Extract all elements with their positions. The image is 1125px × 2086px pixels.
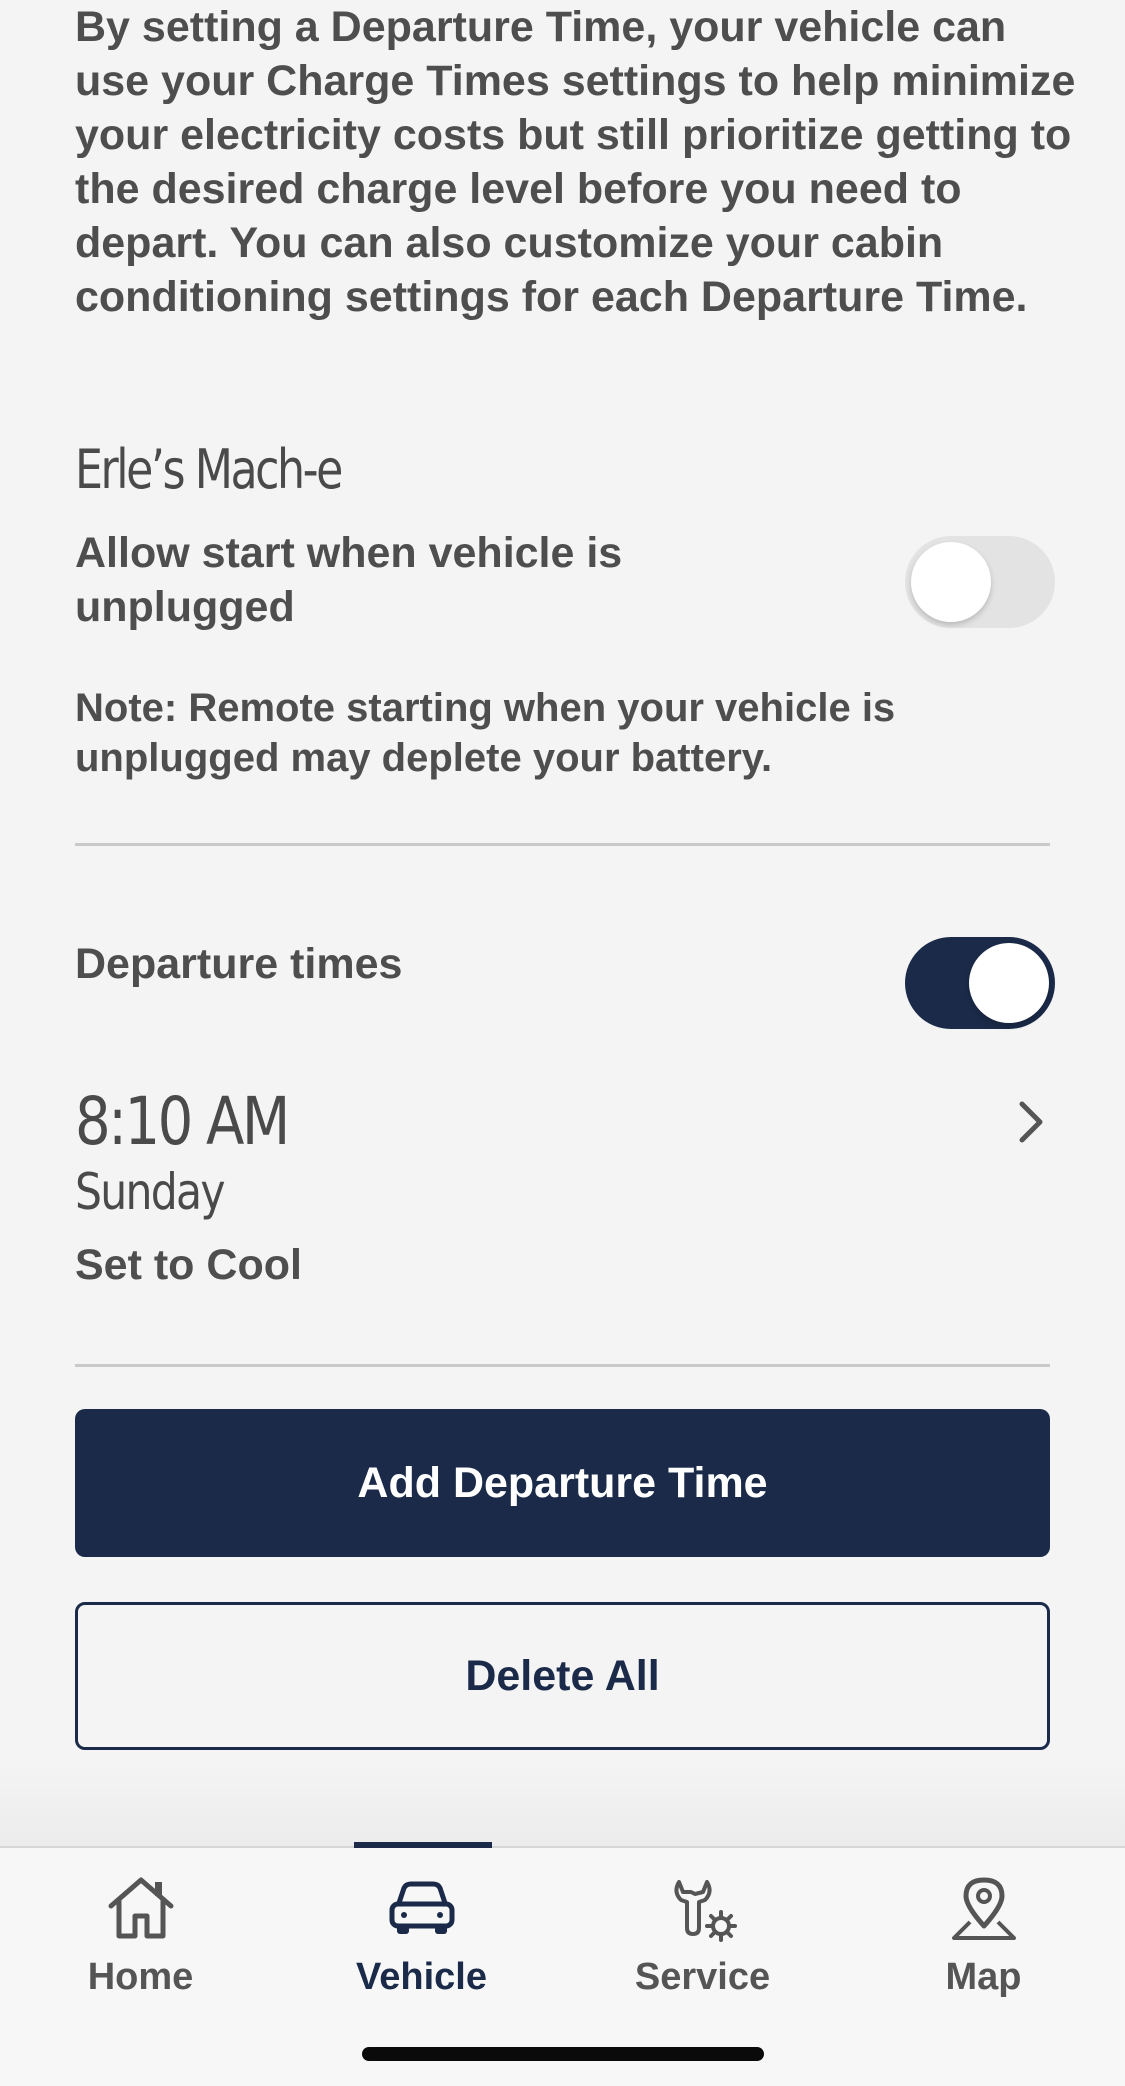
delete-all-button[interactable]: Delete All — [75, 1602, 1050, 1750]
departure-times-screen: By setting a Departure Time, your vehicl… — [0, 0, 1125, 2086]
tab-map[interactable]: Map — [843, 1848, 1124, 2018]
departure-time-value: 8:10 AM — [75, 1083, 290, 1160]
map-pin-icon — [951, 1877, 1016, 1940]
intro-text: By setting a Departure Time, your vehicl… — [75, 3, 1076, 321]
departure-day-value: Sunday — [75, 1163, 226, 1221]
cabin-mode-value: Set to Cool — [75, 1241, 302, 1289]
wrench-gear-icon — [673, 1880, 737, 1942]
divider — [75, 843, 1050, 846]
unplugged-start-toggle[interactable] — [905, 536, 1055, 628]
add-departure-time-button[interactable]: Add Departure Time — [75, 1409, 1050, 1557]
chevron-right-icon — [1019, 1101, 1043, 1143]
tab-label: Map — [945, 1956, 1022, 1998]
departure-times-toggle[interactable] — [905, 937, 1055, 1029]
tab-label: Vehicle — [356, 1956, 487, 1998]
divider — [75, 1364, 1050, 1367]
home-indicator[interactable] — [362, 2047, 764, 2061]
toggle-knob — [911, 542, 991, 622]
departure-times-label: Departure times — [75, 940, 403, 988]
bottom-fade — [0, 1760, 1125, 1846]
vehicle-name: Erle’s Mach-e — [75, 438, 343, 501]
car-icon — [389, 1881, 454, 1934]
home-icon — [108, 1877, 173, 1939]
tab-vehicle[interactable]: Vehicle — [281, 1848, 562, 2018]
tab-label: Home — [87, 1956, 194, 1998]
toggle-knob — [969, 943, 1049, 1023]
tab-label: Service — [634, 1956, 771, 1998]
tab-home[interactable]: Home — [0, 1848, 281, 2018]
unplugged-start-label: Allow start when vehicle is unplugged — [75, 529, 623, 631]
unplugged-note: Note: Remote starting when your vehicle … — [75, 686, 896, 780]
tab-service[interactable]: Service — [562, 1848, 843, 2018]
